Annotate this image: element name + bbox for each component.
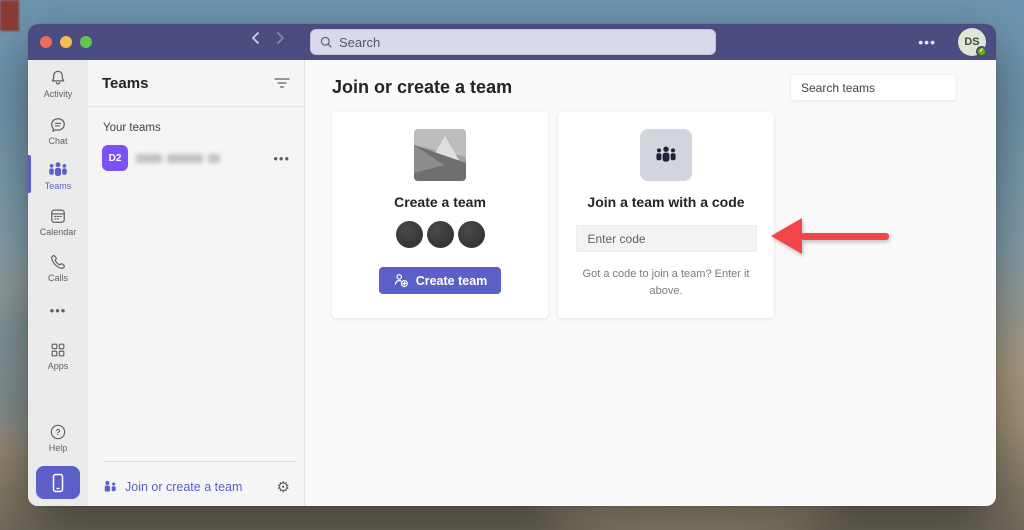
join-with-code-card: Join a team with a code Got a code to jo… [558, 112, 774, 318]
global-search-input[interactable] [339, 34, 707, 50]
team-options-icon[interactable]: ••• [273, 151, 290, 166]
sidebar-item-label: Chat [48, 136, 68, 146]
avatar[interactable]: DS ✓ [958, 28, 987, 57]
desktop-background-detail [0, 0, 19, 31]
teams-people-icon [656, 146, 676, 162]
smartphone-icon [52, 473, 64, 492]
bell-icon [51, 70, 65, 85]
divider [103, 461, 296, 462]
search-teams-input[interactable] [801, 80, 956, 95]
panel-title: Teams [102, 74, 149, 92]
app-rail: Activity Chat Teams Calendar Calls ••• A… [28, 60, 88, 506]
join-create-team-icon [104, 480, 116, 492]
svg-text:?: ? [55, 427, 60, 437]
sidebar-item-label: Calendar [39, 227, 77, 237]
sidebar-item-label: Help [48, 443, 68, 453]
more-options-icon[interactable]: ••• [918, 34, 936, 50]
chat-icon [51, 118, 65, 132]
phone-icon [51, 255, 65, 269]
search-teams-box[interactable] [790, 74, 957, 101]
team-name-redacted [136, 153, 220, 163]
panel-header: Teams [88, 60, 304, 107]
apps-grid-icon [51, 343, 65, 357]
global-search-bar[interactable] [310, 29, 716, 55]
sidebar-item-chat[interactable]: Chat [28, 115, 88, 146]
teams-people-icon [49, 162, 67, 176]
back-icon[interactable] [250, 31, 262, 45]
avatar-circle [457, 221, 485, 248]
create-team-button-label: Create team [415, 273, 488, 288]
sidebar-item-label: Activity [43, 89, 73, 99]
sidebar-item-help[interactable]: ? Help [28, 422, 88, 453]
create-team-illustration [414, 129, 466, 181]
desktop: ••• DS ✓ Activity Chat Te [0, 0, 1024, 530]
minimize-window-button[interactable] [60, 36, 72, 48]
join-or-create-team-link[interactable]: Join or create a team [125, 480, 242, 494]
card-title: Create a team [394, 194, 486, 210]
create-team-button[interactable]: Create team [378, 267, 502, 294]
calendar-icon [51, 209, 65, 223]
sidebar-item-label: Teams [44, 181, 72, 191]
avatar-circle [395, 221, 423, 248]
join-code-tile [640, 129, 692, 181]
close-window-button[interactable] [40, 36, 52, 48]
get-mobile-app-button[interactable] [36, 466, 80, 499]
window-controls [40, 36, 92, 48]
manage-teams-gear-icon[interactable]: ⚙ [277, 480, 290, 495]
sidebar-item-activity[interactable]: Activity [28, 68, 88, 99]
your-teams-label: Your teams [103, 122, 161, 134]
card-title: Join a team with a code [587, 194, 745, 210]
sidebar-item-calls[interactable]: Calls [28, 252, 88, 283]
sidebar-item-apps[interactable]: Apps [28, 340, 88, 371]
panel-footer: Join or create a team ⚙ [88, 472, 304, 502]
teams-list-panel: Teams Your teams D2 ••• Join or create a… [88, 60, 305, 506]
member-avatars [395, 221, 485, 248]
presence-available-badge: ✓ [976, 46, 987, 57]
person-add-icon [394, 274, 408, 288]
filter-icon[interactable] [274, 77, 290, 89]
page-title: Join or create a team [332, 77, 513, 97]
sidebar-item-label: Calls [47, 273, 68, 283]
help-icon: ? [50, 424, 66, 440]
teams-window: ••• DS ✓ Activity Chat Te [28, 24, 996, 506]
sidebar-item-label: Apps [47, 361, 69, 371]
titlebar[interactable]: ••• DS ✓ [28, 24, 996, 60]
sidebar-item-calendar[interactable]: Calendar [28, 206, 88, 237]
enter-code-input[interactable] [575, 225, 757, 252]
forward-icon[interactable] [274, 31, 286, 45]
main-content: Join or create a team Create a team [305, 60, 996, 506]
sidebar-item-teams[interactable]: Teams [28, 160, 88, 191]
team-avatar: D2 [102, 145, 128, 171]
avatar-circle [426, 221, 454, 248]
join-code-helper-text: Got a code to join a team? Enter it abov… [582, 268, 750, 297]
create-team-card: Create a team Create team [332, 112, 548, 318]
rail-more-icon[interactable]: ••• [28, 303, 88, 318]
search-icon [320, 36, 332, 48]
zoom-window-button[interactable] [80, 36, 92, 48]
team-list-item[interactable]: D2 ••• [88, 140, 304, 176]
